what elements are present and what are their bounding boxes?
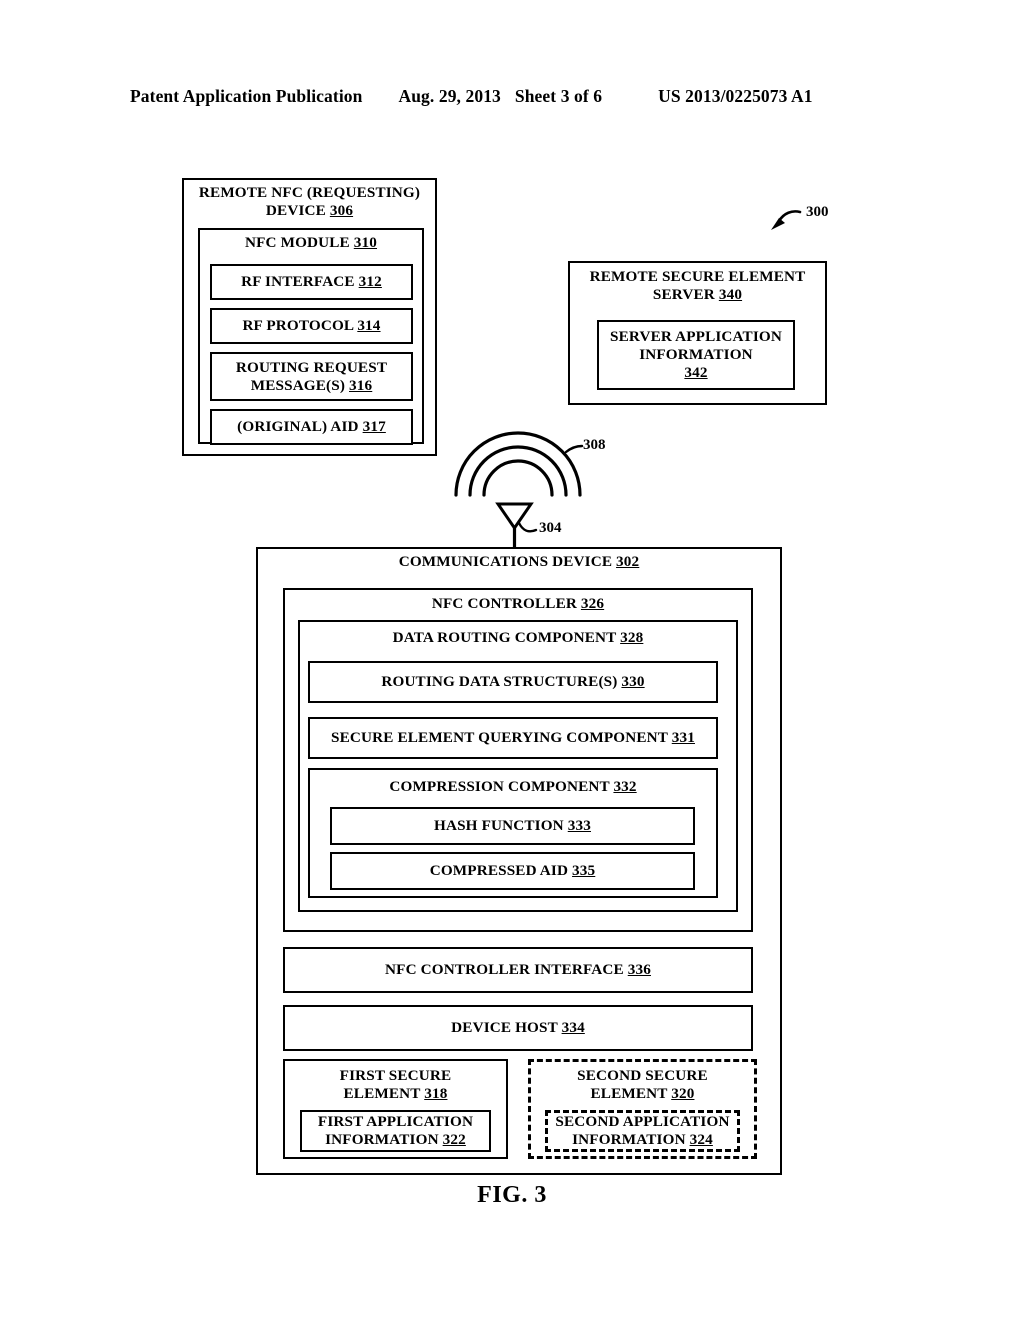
remote-nfc-device-title-text: REMOTE NFC (REQUESTING) DEVICE [198, 184, 421, 219]
second-secure-element-ref: 320 [671, 1084, 695, 1102]
secure-element-querying-component-label-text: SECURE ELEMENT QUERYING COMPONENT [331, 729, 672, 747]
antenna-icon [495, 502, 534, 548]
data-routing-component-title: DATA ROUTING COMPONENT 328 [298, 629, 738, 647]
antenna-leader-line [517, 521, 538, 533]
communications-device-ref: 302 [616, 553, 640, 570]
second-secure-element-title: SECOND SECURE ELEMENT 320 [528, 1067, 757, 1103]
routing-request-message-label: ROUTING REQUEST MESSAGE(S) 316 [210, 352, 413, 401]
first-application-information-ref: 322 [442, 1131, 466, 1148]
rf-field-waves-icon [454, 431, 582, 497]
remote-nfc-device-title: REMOTE NFC (REQUESTING) DEVICE 306 [182, 184, 437, 220]
nfc-controller-interface-label: NFC CONTROLLER INTERFACE 336 [283, 947, 753, 993]
rf-interface-label-text: RF INTERFACE [241, 273, 359, 291]
server-application-information-label-text: SERVER APPLICATION INFORMATION [610, 328, 782, 364]
page-header: Patent Application Publication Aug. 29, … [130, 86, 894, 112]
server-application-information-ref: 342 [684, 363, 708, 381]
system-ref-arrow-icon [771, 210, 802, 230]
original-aid-label: (ORIGINAL) AID 317 [210, 409, 413, 445]
device-host-ref: 334 [561, 1019, 585, 1037]
rf-protocol-label: RF PROTOCOL 314 [210, 308, 413, 344]
device-host-label-text: DEVICE HOST [451, 1019, 562, 1037]
second-application-information-ref: 324 [689, 1131, 713, 1148]
data-routing-component-title-text: DATA ROUTING COMPONENT [392, 629, 621, 646]
communications-device-title: COMMUNICATIONS DEVICE 302 [256, 553, 782, 571]
server-application-information-label: SERVER APPLICATION INFORMATION 342 [597, 320, 795, 390]
first-secure-element-ref: 318 [424, 1084, 448, 1102]
first-application-information-label: FIRST APPLICATION INFORMATION 322 [300, 1110, 491, 1152]
hash-function-label-text: HASH FUNCTION [434, 817, 568, 835]
compressed-aid-label-text: COMPRESSED AID [429, 862, 573, 880]
nfc-module-title: NFC MODULE 310 [198, 234, 424, 252]
rf-field-leader-line [564, 444, 584, 454]
header-date-label: Aug. 29, 2013 [398, 86, 501, 106]
routing-request-message-ref: 316 [349, 376, 373, 394]
routing-data-structures-label-text: ROUTING DATA STRUCTURE(S) [381, 673, 622, 691]
compressed-aid-ref: 335 [572, 862, 596, 880]
secure-element-querying-component-label: SECURE ELEMENT QUERYING COMPONENT 331 [308, 717, 718, 759]
nfc-controller-title-text: NFC CONTROLLER [431, 595, 581, 612]
header-publication-label: Patent Application Publication [130, 86, 363, 106]
remote-nfc-device-ref: 306 [329, 201, 354, 219]
hash-function-label: HASH FUNCTION 333 [330, 807, 695, 845]
communications-device-title-text: COMMUNICATIONS DEVICE [398, 553, 617, 570]
remote-secure-element-server-ref: 340 [718, 285, 743, 303]
compressed-aid-label: COMPRESSED AID 335 [330, 852, 695, 890]
system-ref-number: 300 [806, 204, 829, 220]
data-routing-component-ref: 328 [620, 629, 644, 646]
remote-secure-element-server-title-text: REMOTE SECURE ELEMENT SERVER [589, 268, 806, 303]
rf-interface-ref: 312 [358, 273, 382, 291]
rf-interface-label: RF INTERFACE 312 [210, 264, 413, 300]
compression-component-title-text: COMPRESSION COMPONENT [389, 778, 614, 795]
remote-secure-element-server-title: REMOTE SECURE ELEMENT SERVER 340 [568, 268, 827, 304]
first-secure-element-title: FIRST SECURE ELEMENT 318 [283, 1067, 508, 1103]
original-aid-label-text: (ORIGINAL) AID [237, 418, 363, 436]
rf-protocol-label-text: RF PROTOCOL [242, 317, 358, 335]
nfc-controller-interface-label-text: NFC CONTROLLER INTERFACE [385, 961, 628, 979]
original-aid-ref: 317 [362, 418, 386, 436]
figure-caption: FIG. 3 [477, 1182, 547, 1208]
compression-component-title: COMPRESSION COMPONENT 332 [308, 778, 718, 796]
nfc-controller-title: NFC CONTROLLER 326 [283, 595, 753, 613]
routing-data-structures-label: ROUTING DATA STRUCTURE(S) 330 [308, 661, 718, 703]
nfc-module-ref: 310 [353, 234, 378, 251]
compression-component-ref: 332 [613, 778, 637, 795]
second-application-information-label: SECOND APPLICATION INFORMATION 324 [545, 1110, 740, 1152]
nfc-controller-interface-ref: 336 [627, 961, 651, 979]
secure-element-querying-component-ref: 331 [671, 729, 695, 747]
device-host-label: DEVICE HOST 334 [283, 1005, 753, 1051]
header-sheet-label: Sheet 3 of 6 [514, 86, 603, 106]
antenna-ref-number: 304 [539, 520, 562, 536]
rf-field-ref-number: 308 [583, 437, 606, 453]
nfc-module-title-text: NFC MODULE [244, 234, 354, 251]
hash-function-ref: 333 [567, 817, 591, 835]
header-patent-number: US 2013/0225073 A1 [658, 86, 813, 106]
rf-protocol-ref: 314 [357, 317, 381, 335]
routing-data-structures-ref: 330 [621, 673, 645, 691]
nfc-controller-ref: 326 [580, 595, 605, 612]
